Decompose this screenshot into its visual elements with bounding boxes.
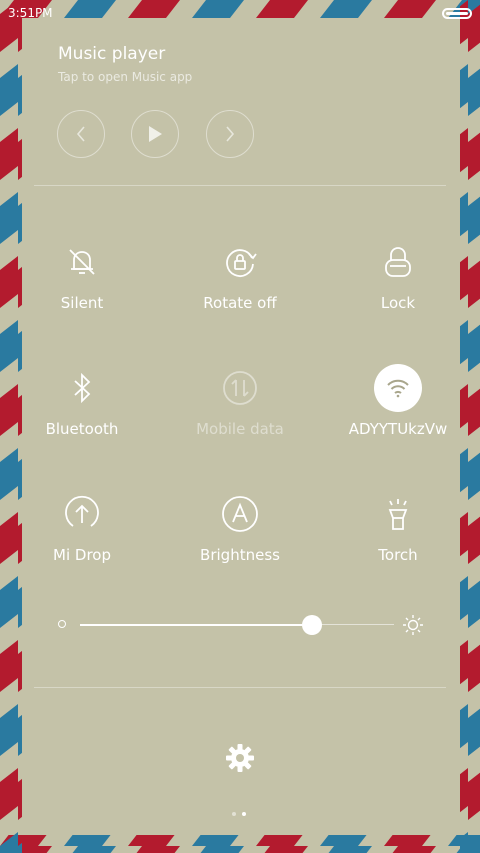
tile-label: Lock xyxy=(380,294,416,312)
tile-label: Mi Drop xyxy=(53,546,111,564)
divider-bottom xyxy=(34,687,446,688)
tile-mobile-data[interactable]: Mobile data xyxy=(160,364,320,438)
tile-label: Mobile data xyxy=(196,420,284,438)
battery-icon xyxy=(442,8,472,19)
mi-drop-icon xyxy=(58,490,106,538)
rotation-lock-icon xyxy=(216,238,264,286)
page-indicator xyxy=(232,812,246,816)
brightness-min-icon xyxy=(58,620,66,628)
bluetooth-icon xyxy=(58,364,106,412)
previous-button[interactable] xyxy=(57,110,105,158)
slider-thumb[interactable] xyxy=(302,615,323,635)
play-icon xyxy=(149,126,162,142)
music-widget[interactable]: Music player Tap to open Music app xyxy=(58,44,192,84)
tile-rotate[interactable]: Rotate off xyxy=(160,238,320,312)
tile-label: Rotate off xyxy=(203,294,277,312)
auto-brightness-icon xyxy=(216,490,264,538)
tile-label: Torch xyxy=(378,546,418,564)
tile-lock[interactable]: Lock xyxy=(318,238,478,312)
divider-top xyxy=(34,185,446,186)
tile-brightness[interactable]: Brightness xyxy=(160,490,320,564)
tile-torch[interactable]: Torch xyxy=(318,490,478,564)
tile-label: Bluetooth xyxy=(45,420,119,438)
next-button[interactable] xyxy=(206,110,254,158)
status-time: 3:51PM xyxy=(8,6,53,20)
tile-mi-drop[interactable]: Mi Drop xyxy=(2,490,162,564)
page-dot xyxy=(232,812,236,816)
slider-track-filled xyxy=(80,624,313,626)
brightness-slider[interactable] xyxy=(58,614,423,636)
play-button[interactable] xyxy=(131,110,179,158)
slider-track-empty xyxy=(312,624,394,625)
tile-label: Silent xyxy=(60,294,104,312)
wifi-icon xyxy=(374,364,422,412)
music-title: Music player xyxy=(58,44,166,64)
torch-icon xyxy=(374,490,422,538)
tile-label: ADYYTUkzVw xyxy=(348,420,448,438)
page-dot-active xyxy=(242,812,246,816)
tile-label: Brightness xyxy=(200,546,280,564)
brightness-max-icon xyxy=(403,615,423,635)
bell-off-icon xyxy=(58,238,106,286)
gear-icon[interactable] xyxy=(224,742,256,774)
mobile-data-icon xyxy=(216,364,264,412)
lock-icon xyxy=(374,238,422,286)
chevron-right-icon xyxy=(226,126,235,142)
tile-bluetooth[interactable]: Bluetooth xyxy=(2,364,162,438)
tile-silent[interactable]: Silent xyxy=(2,238,162,312)
music-subtitle: Tap to open Music app xyxy=(58,70,193,84)
tile-wifi[interactable]: ADYYTUkzVw xyxy=(318,364,478,438)
chevron-left-icon xyxy=(76,126,85,142)
